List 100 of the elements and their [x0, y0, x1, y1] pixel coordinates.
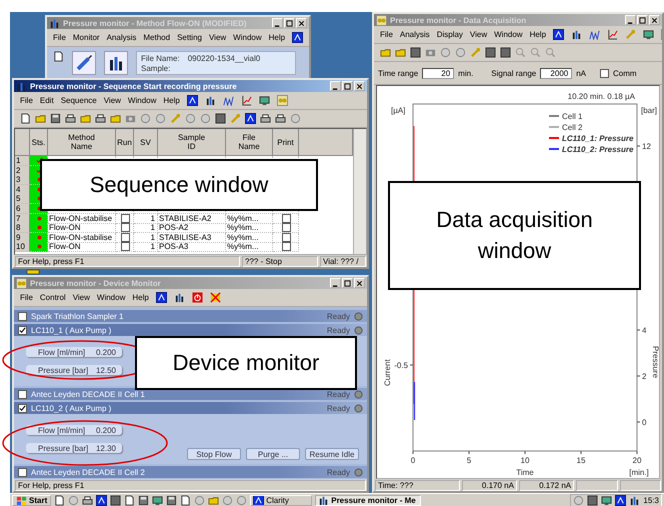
device-header[interactable]: Antec Leyden DECADE II Cell 2 Ready: [14, 466, 367, 478]
page-icon[interactable]: [53, 51, 64, 62]
device-header[interactable]: Antec Leyden DECADE II Cell 1 Ready: [14, 388, 367, 400]
chart-icon[interactable]: [607, 29, 618, 40]
menu-item[interactable]: View: [72, 293, 90, 302]
printer-icon[interactable]: [275, 113, 286, 124]
peak-icon[interactable]: [156, 292, 167, 303]
time-range-field[interactable]: 20: [422, 68, 454, 78]
column-header[interactable]: Sample ID: [158, 129, 226, 156]
column-header[interactable]: SV: [134, 129, 158, 156]
menu-item[interactable]: Help: [132, 293, 149, 302]
bars-icon[interactable]: [571, 29, 582, 40]
print-checkbox[interactable]: [282, 242, 290, 252]
menu-item[interactable]: Help: [530, 30, 546, 39]
printer-icon[interactable]: [65, 113, 76, 124]
chart-icon[interactable]: [240, 95, 252, 106]
menu-item[interactable]: Monitor: [72, 33, 100, 42]
run-checkbox[interactable]: [120, 232, 130, 242]
device-header[interactable]: LC110_1 ( Aux Pump ) Ready: [14, 324, 367, 336]
device-header[interactable]: Spark Triathlon Sampler 1 Ready: [14, 310, 367, 322]
folder-icon[interactable]: [395, 47, 406, 58]
printer-icon[interactable]: [260, 113, 271, 124]
device-header[interactable]: LC110_2 ( Aux Pump ) Ready: [14, 402, 367, 414]
column-header[interactable]: Method Name: [48, 129, 116, 156]
maximize-button[interactable]: [342, 278, 353, 288]
menu-item[interactable]: File: [53, 33, 66, 42]
bars-icon[interactable]: [629, 494, 640, 506]
bars-icon[interactable]: [204, 95, 216, 106]
close-button[interactable]: [354, 278, 365, 288]
maximize-button[interactable]: [637, 15, 648, 25]
peak-icon[interactable]: [292, 32, 304, 43]
cross-icon[interactable]: [210, 292, 221, 303]
menu-item[interactable]: Analysis: [400, 30, 430, 39]
device-checkbox[interactable]: [18, 390, 27, 398]
menu-item[interactable]: View: [470, 30, 488, 39]
stop-icon[interactable]: [587, 494, 598, 506]
syringe-icon[interactable]: [72, 51, 96, 75]
folder-icon[interactable]: [80, 113, 91, 124]
menu-item[interactable]: View: [104, 96, 121, 105]
menu-item[interactable]: View: [208, 33, 226, 42]
signal-range-field[interactable]: 2000: [540, 68, 572, 78]
device-button[interactable]: Resume Idle: [305, 448, 359, 460]
stop-icon[interactable]: [215, 113, 226, 124]
folder-icon[interactable]: [380, 47, 391, 58]
peak-icon[interactable]: [553, 29, 564, 40]
column-header[interactable]: Print: [273, 129, 299, 156]
menu-item[interactable]: File: [380, 30, 393, 39]
monitor-icon[interactable]: [643, 29, 654, 40]
menu-item[interactable]: Window: [96, 293, 126, 302]
minimize-button[interactable]: [330, 81, 341, 91]
run-checkbox[interactable]: [120, 223, 130, 232]
column-header[interactable]: Sts.: [30, 129, 48, 156]
peaks-icon[interactable]: [589, 29, 600, 40]
close-button[interactable]: [354, 81, 365, 91]
glasses-icon[interactable]: [276, 95, 288, 106]
menu-item[interactable]: File: [20, 96, 33, 105]
monitor-icon[interactable]: [601, 494, 612, 506]
stop-icon[interactable]: [410, 47, 421, 58]
menu-item[interactable]: Sequence: [60, 96, 97, 105]
minimize-button[interactable]: [330, 278, 341, 288]
device-checkbox[interactable]: [18, 326, 27, 334]
stop-icon[interactable]: [500, 47, 511, 58]
stop-icon[interactable]: [485, 47, 496, 58]
monitor-icon[interactable]: [258, 95, 270, 106]
peak-icon[interactable]: [245, 113, 256, 124]
folder-icon[interactable]: [35, 113, 46, 124]
menu-item[interactable]: Help: [163, 96, 180, 105]
peak-icon[interactable]: [96, 494, 108, 506]
device-checkbox[interactable]: [18, 468, 27, 476]
close-button[interactable]: [296, 18, 307, 28]
device-checkbox[interactable]: [18, 404, 27, 412]
page-icon[interactable]: [20, 113, 31, 124]
printer-icon[interactable]: [95, 113, 106, 124]
folder-icon[interactable]: [110, 113, 121, 124]
print-checkbox[interactable]: [282, 223, 290, 232]
device-checkbox[interactable]: [18, 312, 27, 320]
minimize-button[interactable]: [625, 15, 636, 25]
print-checkbox[interactable]: [282, 214, 290, 223]
menu-item[interactable]: Display: [436, 30, 463, 39]
run-checkbox[interactable]: [120, 242, 130, 252]
device-button[interactable]: Purge ...: [246, 448, 300, 460]
menu-item[interactable]: Help: [268, 33, 286, 42]
peak-icon[interactable]: [186, 95, 198, 106]
device-button[interactable]: Stop Flow: [187, 448, 241, 460]
menu-item[interactable]: Setting: [177, 33, 202, 42]
stop-icon[interactable]: [110, 494, 122, 506]
run-checkbox[interactable]: [120, 214, 130, 223]
menu-item[interactable]: Window: [233, 33, 262, 42]
maximize-button[interactable]: [342, 81, 353, 91]
start-button[interactable]: Start: [12, 494, 52, 506]
bars-icon[interactable]: [174, 292, 185, 303]
peak-icon[interactable]: [615, 494, 626, 506]
menu-item[interactable]: Method: [143, 33, 170, 42]
menu-item[interactable]: Control: [40, 293, 66, 302]
menu-item[interactable]: File: [20, 293, 33, 302]
printer-icon[interactable]: [82, 494, 94, 506]
print-checkbox[interactable]: [282, 232, 290, 242]
taskbar-button[interactable]: Pressure monitor - Me: [315, 494, 421, 506]
minimize-button[interactable]: [272, 18, 283, 28]
comm-checkbox[interactable]: [600, 68, 610, 78]
